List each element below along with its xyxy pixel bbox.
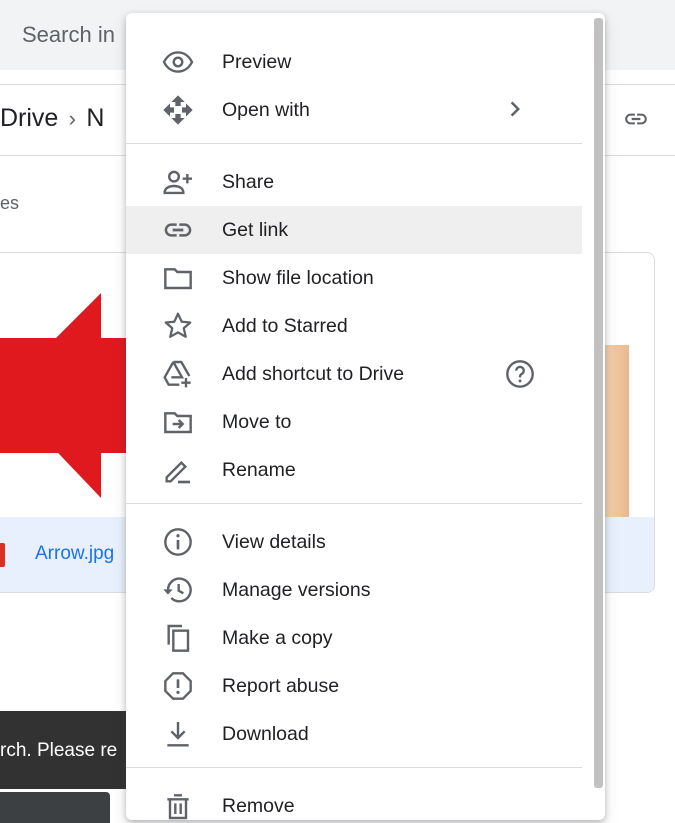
menu-group: Preview Open with — [126, 38, 582, 134]
menu-item-label: Add shortcut to Drive — [222, 363, 405, 385]
menu-item-label: Download — [222, 723, 309, 745]
link-icon[interactable] — [620, 106, 652, 132]
menu-divider — [126, 143, 582, 144]
menu-item-label: Preview — [222, 51, 292, 73]
menu-item-label: Make a copy — [222, 627, 333, 649]
star-icon — [162, 310, 194, 342]
menu-group: View details Manage versions Make a copy Re… — [126, 518, 582, 758]
file-name[interactable]: Arrow.jpg — [35, 543, 114, 565]
menu-item-share[interactable]: Share — [126, 158, 582, 206]
menu-item-label: Open with — [222, 99, 310, 121]
menu-item-label: Get link — [222, 219, 289, 241]
history-icon — [162, 574, 194, 606]
menu-item-label: Show file location — [222, 267, 374, 289]
menu-scrollbar[interactable] — [594, 18, 603, 788]
breadcrumb-current[interactable]: N — [86, 104, 104, 132]
menu-item-label: Report abuse — [222, 675, 340, 697]
copy-icon — [162, 622, 194, 654]
breadcrumb: Drive › N — [0, 104, 104, 133]
menu-item-report-abuse[interactable]: Report abuse — [126, 662, 582, 710]
chevron-right-icon: › — [68, 106, 76, 131]
search-input[interactable]: Search in — [22, 22, 115, 48]
download-icon — [162, 718, 194, 750]
menu-item-label: Move to — [222, 411, 292, 433]
menu-item-label: Add to Starred — [222, 315, 348, 337]
menu-item-label: Rename — [222, 459, 296, 481]
drive-shortcut-icon — [162, 358, 194, 390]
toast-action-area — [0, 792, 110, 823]
person-add-icon — [162, 166, 194, 198]
menu-item-rename[interactable]: Rename — [126, 446, 582, 494]
menu-item-show-file-location[interactable]: Show file location — [126, 254, 582, 302]
menu-group: Remove — [126, 782, 582, 820]
breadcrumb-root[interactable]: Drive — [0, 104, 58, 132]
menu-item-download[interactable]: Download — [126, 710, 582, 758]
menu-divider — [126, 503, 582, 504]
menu-group: Share Get link Show file location Add to St… — [126, 158, 582, 494]
menu-item-view-details[interactable]: View details — [126, 518, 582, 566]
menu-item-add-shortcut-to-drive[interactable]: Add shortcut to Drive — [126, 350, 582, 398]
menu-divider — [126, 767, 582, 768]
menu-item-preview[interactable]: Preview — [126, 38, 582, 86]
menu-item-remove[interactable]: Remove — [126, 782, 582, 820]
menu-item-label: Remove — [222, 795, 295, 817]
menu-item-get-link[interactable]: Get link — [126, 206, 582, 254]
trash-icon — [162, 790, 194, 820]
menu-item-move-to[interactable]: Move to — [126, 398, 582, 446]
section-label: es — [0, 193, 20, 213]
toast-message: rch. Please re — [0, 740, 118, 761]
info-icon — [162, 526, 194, 558]
menu-item-label: View details — [222, 531, 326, 553]
folder-icon — [162, 262, 194, 294]
pencil-icon — [162, 454, 194, 486]
menu-item-label: Manage versions — [222, 579, 371, 601]
chevron-right-icon — [500, 94, 530, 124]
menu-item-add-to-starred[interactable]: Add to Starred — [126, 302, 582, 350]
menu-item-label: Share — [222, 171, 275, 193]
eye-icon — [162, 46, 194, 78]
move-to-folder-icon — [162, 406, 194, 438]
move-arrows-icon — [162, 94, 194, 126]
menu-item-make-a-copy[interactable]: Make a copy — [126, 614, 582, 662]
link-icon — [162, 214, 194, 246]
image-file-icon — [0, 543, 5, 567]
help-icon[interactable] — [504, 358, 536, 390]
menu-item-manage-versions[interactable]: Manage versions — [126, 566, 582, 614]
report-icon — [162, 670, 194, 702]
menu-item-open-with[interactable]: Open with — [126, 86, 582, 134]
context-menu: Preview Open with Share Get link Show file l… — [126, 13, 605, 820]
